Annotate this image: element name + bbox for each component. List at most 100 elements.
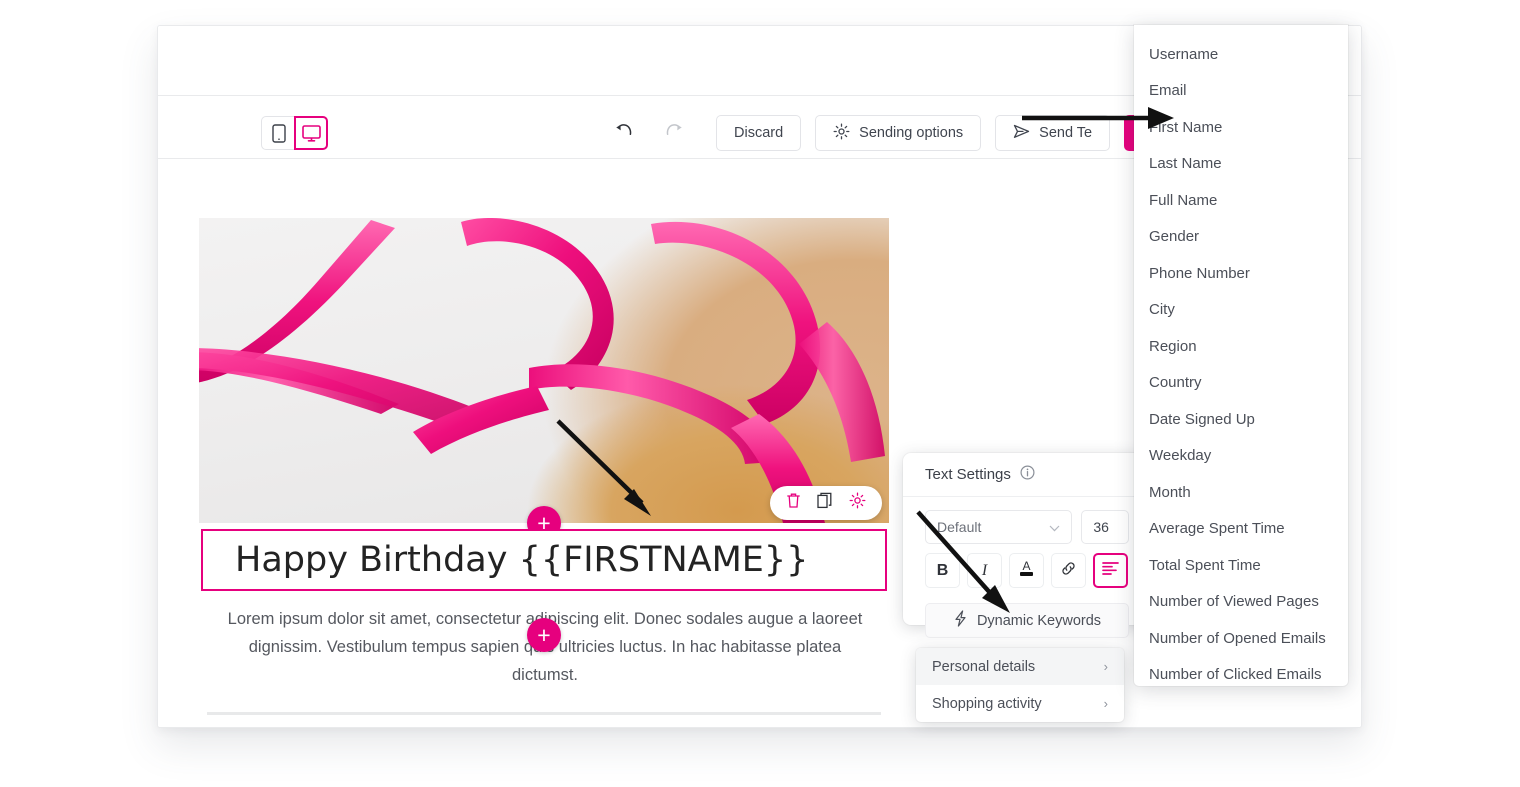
- field-item-region[interactable]: Region: [1134, 328, 1348, 365]
- italic-button[interactable]: I: [967, 553, 1002, 588]
- mobile-icon: [271, 123, 286, 143]
- field-label: Average Spent Time: [1149, 520, 1285, 538]
- hero-image-block[interactable]: [199, 218, 889, 523]
- email-divider: [207, 712, 881, 715]
- desktop-preview-button[interactable]: [294, 116, 328, 150]
- field-label: Number of Opened Emails: [1149, 629, 1326, 647]
- sending-options-label: Sending options: [859, 125, 964, 141]
- field-label: Full Name: [1149, 191, 1218, 209]
- field-item-average-spent-time[interactable]: Average Spent Time: [1134, 511, 1348, 548]
- settings-gear-icon[interactable]: [849, 492, 866, 514]
- field-label: Number of Clicked Emails: [1149, 666, 1322, 684]
- field-label: Phone Number: [1149, 264, 1250, 282]
- send-test-button[interactable]: Send Te: [995, 115, 1111, 151]
- bold-label: B: [936, 561, 949, 579]
- send-test-label: Send Te: [1039, 125, 1093, 141]
- device-preview-toggle: [261, 116, 328, 150]
- font-family-select[interactable]: Default: [925, 510, 1073, 544]
- chevron-right-icon: ›: [1103, 659, 1108, 674]
- desktop-icon: [301, 124, 321, 142]
- gear-icon: [833, 123, 850, 144]
- field-label: Weekday: [1149, 447, 1212, 465]
- chevron-down-icon: [1049, 519, 1060, 535]
- text-color-icon: A: [1017, 558, 1036, 583]
- field-label: Month: [1149, 483, 1191, 501]
- field-label: Country: [1149, 374, 1202, 392]
- redo-button[interactable]: [660, 118, 688, 146]
- field-label: Username: [1149, 45, 1219, 63]
- text-settings-format-row: B I A: [903, 544, 1151, 588]
- link-button[interactable]: [1051, 553, 1086, 588]
- dynamic-keywords-label: Dynamic Keywords: [976, 612, 1102, 629]
- duplicate-icon[interactable]: [817, 492, 833, 514]
- field-item-number-of-viewed-pages[interactable]: Number of Viewed Pages: [1134, 584, 1348, 621]
- field-item-last-name[interactable]: Last Name: [1134, 146, 1348, 183]
- send-paper-plane-icon: [1013, 124, 1030, 143]
- field-label: Total Spent Time: [1149, 556, 1261, 574]
- align-left-button[interactable]: [1093, 553, 1128, 588]
- field-item-username[interactable]: Username: [1134, 36, 1348, 73]
- field-label: Email: [1149, 82, 1187, 100]
- field-label: Date Signed Up: [1149, 410, 1255, 428]
- field-item-city[interactable]: City: [1134, 292, 1348, 329]
- field-item-gender[interactable]: Gender: [1134, 219, 1348, 256]
- field-label: Number of Viewed Pages: [1149, 593, 1319, 611]
- field-item-email[interactable]: Email: [1134, 73, 1348, 110]
- screenshot-root: Discard Sending options Send Te + Happy …: [0, 0, 1520, 787]
- dynamic-keywords-button[interactable]: Dynamic Keywords: [925, 603, 1129, 638]
- email-content: + Happy Birthday {{FIRSTNAME}} Lorem ips…: [199, 218, 889, 715]
- dk-menu-item-shopping-activity[interactable]: Shopping activity ›: [916, 685, 1124, 722]
- undo-button[interactable]: [610, 118, 638, 146]
- text-settings-header: Text Settings: [903, 453, 1151, 497]
- field-label: Region: [1149, 337, 1197, 355]
- headline-text-block[interactable]: Happy Birthday {{FIRSTNAME}}: [201, 529, 887, 591]
- dynamic-keywords-menu: Personal details › Shopping activity ›: [916, 648, 1124, 722]
- mobile-preview-button[interactable]: [261, 116, 295, 150]
- align-left-icon: [1102, 561, 1119, 580]
- text-settings-title: Text Settings: [925, 466, 1011, 483]
- discard-button[interactable]: Discard: [716, 115, 802, 151]
- field-item-date-signed-up[interactable]: Date Signed Up: [1134, 401, 1348, 438]
- field-label: Gender: [1149, 228, 1200, 246]
- headline-text: Happy Birthday {{FIRSTNAME}}: [235, 540, 809, 580]
- redo-arrow-icon: [663, 121, 685, 144]
- font-family-value: Default: [937, 519, 982, 535]
- discard-label: Discard: [734, 125, 784, 141]
- link-icon: [1060, 560, 1077, 582]
- dk-item-label-2: Shopping activity: [932, 695, 1042, 712]
- dk-menu-item-personal-details[interactable]: Personal details ›: [916, 648, 1124, 685]
- sending-options-button[interactable]: Sending options: [815, 115, 982, 151]
- add-block-button-paragraph[interactable]: +: [527, 618, 561, 652]
- field-label: City: [1149, 301, 1175, 319]
- text-color-button[interactable]: A: [1009, 553, 1044, 588]
- personal-details-fields-menu: Username Email First Name Last Name Full…: [1134, 25, 1348, 686]
- field-item-country[interactable]: Country: [1134, 365, 1348, 402]
- bold-button[interactable]: B: [925, 553, 960, 588]
- font-size-input[interactable]: 36: [1081, 510, 1129, 544]
- chevron-right-icon-2: ›: [1103, 696, 1108, 711]
- text-settings-font-row: Default 36: [903, 497, 1151, 544]
- italic-label: I: [981, 561, 988, 579]
- delete-icon[interactable]: [786, 492, 801, 514]
- hero-ribbon-graphic: [199, 218, 889, 523]
- field-item-month[interactable]: Month: [1134, 474, 1348, 511]
- add-block-label-2: +: [537, 621, 551, 648]
- text-settings-panel: Text Settings Default 36 B I A Dynamic K…: [903, 453, 1151, 638]
- field-item-first-name[interactable]: First Name: [1134, 109, 1348, 146]
- svg-text:A: A: [1022, 559, 1030, 573]
- field-item-total-spent-time[interactable]: Total Spent Time: [1134, 547, 1348, 584]
- field-label: Last Name: [1149, 155, 1222, 173]
- undo-redo-group: [610, 118, 688, 146]
- field-item-phone-number[interactable]: Phone Number: [1134, 255, 1348, 292]
- block-floating-toolbar: [770, 486, 882, 520]
- font-size-value: 36: [1093, 519, 1109, 535]
- undo-arrow-icon: [613, 121, 635, 144]
- field-item-number-of-opened-emails[interactable]: Number of Opened Emails: [1134, 620, 1348, 657]
- field-item-weekday[interactable]: Weekday: [1134, 438, 1348, 475]
- field-item-full-name[interactable]: Full Name: [1134, 182, 1348, 219]
- field-label: First Name: [1149, 118, 1223, 136]
- lightning-bolt-icon: [953, 610, 968, 631]
- dk-item-label: Personal details: [932, 658, 1036, 675]
- info-circle-icon[interactable]: [1020, 465, 1035, 484]
- field-item-number-of-clicked-emails[interactable]: Number of Clicked Emails: [1134, 657, 1348, 694]
